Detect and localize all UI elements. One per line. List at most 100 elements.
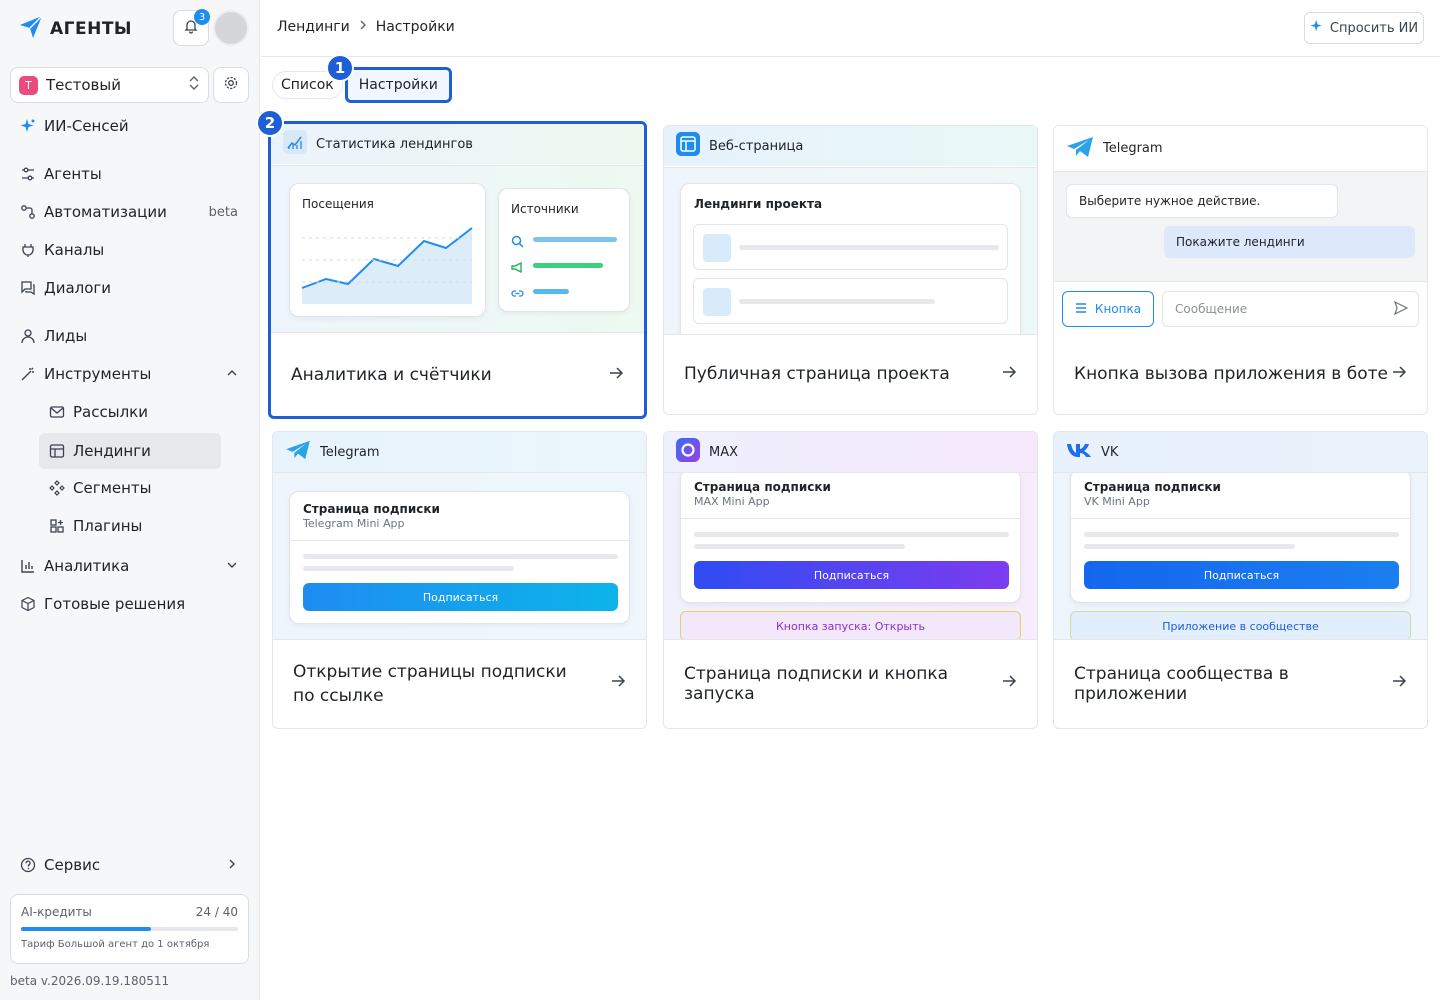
sidebar-item-segments[interactable]: Сегменты	[39, 471, 221, 505]
version-label: beta v.2026.09.19.180511	[10, 974, 170, 988]
sidebar-item-agents[interactable]: Агенты	[10, 157, 240, 191]
top-bar: Лендинги Настройки Спросить ИИ	[261, 0, 1440, 57]
vk-icon	[1066, 442, 1092, 462]
arrow-right-icon	[1001, 673, 1017, 694]
sidebar-item-landings[interactable]: Лендинги	[39, 433, 221, 469]
sidebar-item-ai-sensei[interactable]: ИИ-Сенсей	[10, 109, 240, 143]
sidebar-item-ready-solutions[interactable]: Готовые решения	[10, 587, 240, 621]
mail-icon	[49, 404, 65, 420]
sidebar-item-label: Инструменты	[44, 365, 152, 383]
plug-icon	[20, 242, 36, 258]
sidebar-item-label: Аналитика	[44, 557, 130, 575]
sparkle-icon	[20, 118, 36, 134]
card-telegram-bot-button[interactable]: Telegram Выберите нужное действие. Покаж…	[1053, 125, 1428, 415]
card-preview: Страница подписки Telegram Mini App Подп…	[273, 472, 646, 640]
breadcrumb-landings[interactable]: Лендинги	[277, 19, 350, 35]
card-header-label: MAX	[709, 444, 739, 460]
app-name: АГЕНТЫ	[50, 19, 133, 39]
card-header: VK	[1054, 432, 1427, 472]
layout-icon	[49, 443, 65, 459]
card-vk[interactable]: VK Страница подписки VK Mini App Подписа…	[1053, 431, 1428, 729]
sidebar-item-label: Готовые решения	[44, 595, 186, 613]
subscribe-button: Подписаться	[1084, 561, 1399, 589]
max-icon	[676, 438, 700, 466]
card-preview: Страница подписки MAX Mini App Подписать…	[664, 472, 1037, 640]
visits-label: Посещения	[302, 197, 374, 211]
workspace-settings-button[interactable]	[213, 67, 249, 103]
telegram-icon	[1066, 136, 1094, 162]
sidebar-item-leads[interactable]: Лиды	[10, 319, 240, 353]
sparkle-icon	[1310, 19, 1324, 37]
sidebar-item-label: ИИ-Сенсей	[44, 117, 129, 135]
card-title: Страница подписки и кнопка запуска	[684, 663, 949, 704]
user-avatar[interactable]	[213, 10, 249, 46]
notification-count-badge: 3	[194, 9, 210, 25]
card-telegram-subscribe[interactable]: Telegram Страница подписки Telegram Mini…	[272, 431, 647, 729]
workspace-selector[interactable]: Т Тестовый	[10, 67, 209, 103]
card-web-page[interactable]: Веб-страница Лендинги проекта Публичная …	[663, 125, 1038, 415]
card-header-label: Telegram	[1103, 141, 1163, 156]
subscribe-page-subtitle: MAX Mini App	[694, 495, 770, 508]
user-message: Покажите лендинги	[1164, 226, 1415, 258]
visits-widget: Посещения	[289, 183, 486, 317]
sidebar-item-label: Сервис	[44, 856, 101, 874]
card-preview: Лендинги проекта	[664, 167, 1037, 335]
launch-button-mock: Кнопка запуска: Открыть	[680, 611, 1021, 639]
sidebar-item-label: Лендинги	[73, 442, 151, 460]
credits-value: 24 / 40	[195, 905, 238, 919]
subscribe-page-mock: Страница подписки VK Mini App Подписатьс…	[1070, 473, 1411, 603]
sidebar-item-service[interactable]: Сервис	[10, 848, 240, 882]
hamburger-icon	[1075, 302, 1087, 317]
arrow-right-icon	[608, 365, 624, 386]
card-footer: Открытие страницы подписки по ссылке	[273, 639, 646, 728]
community-app-mock: Приложение в сообществе	[1070, 611, 1411, 639]
sidebar-item-label: Плагины	[73, 517, 143, 535]
menu-button[interactable]: Кнопка	[1062, 291, 1154, 327]
updown-chevron-icon	[188, 75, 200, 95]
chevron-right-icon	[226, 856, 240, 874]
box-icon	[20, 596, 36, 612]
source-bar-links	[533, 289, 569, 294]
landings-list-mock: Лендинги проекта	[680, 183, 1021, 334]
subscribe-page-subtitle: Telegram Mini App	[303, 517, 405, 530]
gear-icon	[223, 75, 239, 95]
visits-line-chart	[301, 227, 473, 304]
tab-settings[interactable]: Настройки	[344, 67, 452, 103]
sidebar: АГЕНТЫ 3 Т Тестовый ИИ-Сенсей Агенты Авт…	[0, 0, 260, 1000]
sidebar-item-dialogs[interactable]: Диалоги	[10, 271, 240, 305]
sidebar-item-mailings[interactable]: Рассылки	[39, 395, 221, 429]
breadcrumb: Лендинги Настройки	[277, 19, 455, 35]
subscribe-page-title: Страница подписки	[1084, 480, 1221, 494]
stats-icon	[283, 130, 307, 158]
card-title: Аналитика и счётчики	[291, 365, 492, 385]
message-input[interactable]: Сообщение	[1162, 291, 1419, 327]
ai-credits-panel[interactable]: AI-кредиты 24 / 40 Тариф Большой агент д…	[10, 894, 249, 964]
search-icon	[511, 233, 524, 252]
chat-icon	[20, 280, 36, 296]
card-footer: Аналитика и счётчики	[271, 334, 644, 416]
card-header-label: Статистика лендингов	[316, 136, 473, 152]
sidebar-item-analytics[interactable]: Аналитика	[10, 549, 240, 583]
sidebar-item-channels[interactable]: Каналы	[10, 233, 240, 267]
card-max[interactable]: MAX Страница подписки MAX Mini App Подпи…	[663, 431, 1038, 729]
card-header: MAX	[664, 432, 1037, 472]
subscribe-button: Подписаться	[694, 561, 1009, 589]
sidebar-item-tools[interactable]: Инструменты	[10, 357, 240, 391]
card-footer: Страница сообщества в приложении	[1054, 639, 1427, 728]
send-icon	[1393, 300, 1409, 318]
card-header: Статистика лендингов	[271, 124, 644, 164]
arrow-right-icon	[1391, 364, 1407, 385]
credits-label: AI-кредиты	[21, 905, 92, 919]
bot-message: Выберите нужное действие.	[1066, 184, 1338, 218]
list-item	[693, 224, 1008, 270]
sources-widget: Источники	[498, 188, 630, 312]
card-title: Страница сообщества в приложении	[1074, 663, 1289, 704]
sidebar-item-plugins[interactable]: Плагины	[39, 509, 221, 543]
app-logo[interactable]: АГЕНТЫ	[18, 14, 132, 44]
card-analytics[interactable]: Статистика лендингов Посещения Источники…	[268, 121, 647, 419]
ask-ai-button[interactable]: Спросить ИИ	[1304, 12, 1424, 44]
sidebar-item-label: Лиды	[44, 327, 88, 345]
card-footer: Кнопка вызова приложения в боте	[1054, 334, 1427, 414]
sidebar-item-automations[interactable]: Автоматизации beta	[10, 195, 240, 229]
breadcrumb-settings: Настройки	[375, 19, 455, 35]
